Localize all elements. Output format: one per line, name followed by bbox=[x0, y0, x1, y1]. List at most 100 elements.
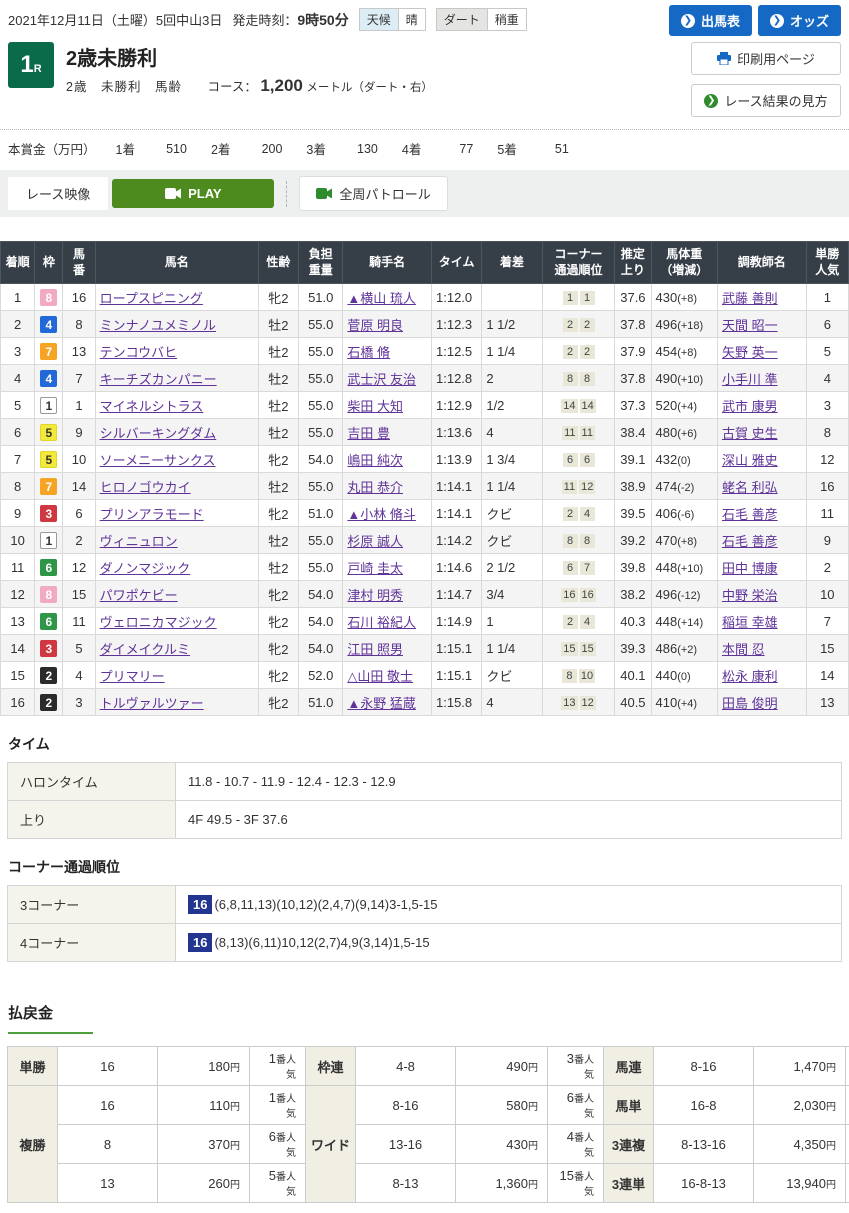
horse-weight-diff: (+18) bbox=[677, 320, 703, 332]
horse-name-link[interactable]: ダノンマジック bbox=[100, 561, 191, 576]
horse-name-link[interactable]: パワポケビー bbox=[100, 588, 178, 603]
horse-name-link[interactable]: ヴィニュロン bbox=[100, 534, 178, 549]
jockey-link[interactable]: △山田 敬士 bbox=[347, 669, 413, 684]
play-button[interactable]: PLAY bbox=[112, 179, 274, 208]
horse-name-link[interactable]: ソーメニーサンクス bbox=[100, 453, 216, 468]
win-popularity: 9 bbox=[806, 527, 848, 554]
payout-combination: 8-16 bbox=[356, 1086, 456, 1125]
prize-amount: 130 bbox=[326, 142, 378, 156]
race-video-button[interactable]: レース映像 bbox=[8, 177, 108, 210]
horse-name-link[interactable]: ロープスピニング bbox=[100, 291, 203, 306]
carried-weight: 54.0 bbox=[299, 446, 343, 473]
jockey-link[interactable]: 菅原 明良 bbox=[347, 318, 403, 333]
horse-name-cell: ミンナノユメミノル bbox=[95, 311, 258, 338]
corner-position-badge: 6 bbox=[563, 561, 578, 575]
trainer-link[interactable]: 武藤 善則 bbox=[722, 291, 778, 306]
horse-name-link[interactable]: ヒロノゴウカイ bbox=[100, 480, 191, 495]
entries-button[interactable]: ❯ 出馬表 bbox=[669, 5, 752, 36]
horse-name-link[interactable]: プリンアラモード bbox=[100, 507, 204, 522]
horse-name-link[interactable]: テンコウバヒ bbox=[100, 345, 177, 360]
jockey-link[interactable]: 杉原 誠人 bbox=[347, 534, 403, 549]
trainer-cell: 蛯名 利弘 bbox=[717, 473, 806, 500]
horse-name-link[interactable]: マイネルシトラス bbox=[100, 399, 204, 414]
trainer-link[interactable]: 石毛 善彦 bbox=[722, 534, 778, 549]
horse-name-link[interactable]: トルヴァルツァー bbox=[100, 696, 204, 711]
corner-order-cell: 1515 bbox=[542, 635, 615, 662]
chevron-right-icon: ❯ bbox=[770, 14, 784, 28]
trainer-link[interactable]: 矢野 英一 bbox=[722, 345, 778, 360]
carried-weight: 54.0 bbox=[299, 608, 343, 635]
jockey-cell: 柴田 大知 bbox=[343, 392, 432, 419]
horse-name-link[interactable]: ダイメイクルミ bbox=[100, 642, 190, 657]
trainer-link[interactable]: 蛯名 利弘 bbox=[722, 480, 778, 495]
horse-weight-cell: 470(+8) bbox=[651, 527, 717, 554]
sex-age: 牝2 bbox=[258, 446, 298, 473]
trainer-link[interactable]: 田中 博康 bbox=[722, 561, 778, 576]
jockey-link[interactable]: 石川 裕紀人 bbox=[347, 615, 416, 630]
race-date-line: 2021年12月11日（土曜）5回中山3日 発走時刻： 9時50分 天候 晴 ダ… bbox=[8, 5, 527, 31]
trainer-cell: 田中 博康 bbox=[717, 554, 806, 581]
horse-number: 13 bbox=[63, 338, 95, 365]
corner-order-cell: 1112 bbox=[542, 473, 615, 500]
frame-cell: 3 bbox=[35, 500, 63, 527]
trainer-link[interactable]: 本間 忍 bbox=[722, 642, 765, 657]
horse-name-link[interactable]: プリマリー bbox=[100, 669, 165, 684]
trainer-link[interactable]: 深山 雅史 bbox=[722, 453, 778, 468]
estimated-up: 37.3 bbox=[615, 392, 651, 419]
corner4-row: 4コーナー 16(8,13)(6,11)10,12(2,7)4,9(3,14)1… bbox=[8, 924, 842, 962]
payout-popularity: 13番人気 bbox=[846, 1125, 849, 1164]
payout-combination: 13-16 bbox=[356, 1125, 456, 1164]
race-conditions: 2歳 未勝利 馬齢 コース： 1,200 メートル（ダート・右） bbox=[66, 76, 433, 96]
trainer-link[interactable]: 天間 昭一 bbox=[722, 318, 778, 333]
jockey-link[interactable]: 嶋田 純次 bbox=[347, 453, 403, 468]
horse-number: 14 bbox=[63, 473, 95, 500]
frame-badge: 1 bbox=[40, 532, 57, 549]
jockey-link[interactable]: 戸崎 圭太 bbox=[347, 561, 403, 576]
payout-popularity: 1番人気 bbox=[250, 1047, 306, 1086]
carried-weight: 55.0 bbox=[299, 527, 343, 554]
horse-name-link[interactable]: ヴェロニカマジック bbox=[100, 615, 217, 630]
print-page-button[interactable]: 印刷用ページ bbox=[691, 42, 841, 75]
result-guide-button[interactable]: ❯ レース結果の見方 bbox=[691, 84, 841, 117]
payout-row: 複勝16110円1番人気ワイド8-16580円6番人気馬単16-82,030円7… bbox=[8, 1086, 849, 1125]
bet-type-label: 3連単 bbox=[604, 1164, 654, 1203]
trainer-link[interactable]: 中野 栄治 bbox=[722, 588, 778, 603]
race-info: 1 R 2歳未勝利 2歳 未勝利 馬齢 コース： 1,200 メートル（ダート・… bbox=[8, 42, 433, 117]
race-time: 1:12.0 bbox=[432, 284, 482, 311]
trainer-link[interactable]: 松永 康利 bbox=[722, 669, 778, 684]
jockey-link[interactable]: ▲横山 琉人 bbox=[347, 291, 415, 306]
chevron-right-icon: ❯ bbox=[704, 94, 718, 108]
jockey-link[interactable]: 武士沢 友治 bbox=[347, 372, 416, 387]
jockey-link[interactable]: 江田 照男 bbox=[347, 642, 403, 657]
jockey-link[interactable]: 丸田 恭介 bbox=[347, 480, 403, 495]
trainer-link[interactable]: 稲垣 幸雄 bbox=[722, 615, 778, 630]
frame-badge: 3 bbox=[40, 640, 57, 657]
horse-name-link[interactable]: シルバーキングダム bbox=[100, 426, 217, 441]
horse-weight: 406 bbox=[656, 506, 678, 521]
jockey-link[interactable]: 津村 明秀 bbox=[347, 588, 403, 603]
top-bar: 2021年12月11日（土曜）5回中山3日 発走時刻： 9時50分 天候 晴 ダ… bbox=[0, 0, 849, 36]
jockey-link[interactable]: 吉田 豊 bbox=[347, 426, 390, 441]
horse-name-link[interactable]: キーチズカンパニー bbox=[100, 372, 217, 387]
result-row: 936プリンアラモード牝251.0▲小林 脩斗1:14.1クビ2439.5406… bbox=[1, 500, 849, 527]
corner-order-cell: 22 bbox=[542, 338, 615, 365]
horse-name-link[interactable]: ミンナノユメミノル bbox=[100, 318, 216, 333]
jockey-link[interactable]: ▲小林 脩斗 bbox=[347, 507, 415, 522]
patrol-video-button[interactable]: 全周パトロール bbox=[299, 176, 447, 211]
trainer-link[interactable]: 小手川 準 bbox=[722, 372, 778, 387]
jockey-link[interactable]: 柴田 大知 bbox=[347, 399, 403, 414]
sex-age: 牡2 bbox=[258, 338, 298, 365]
trainer-link[interactable]: 石毛 善彦 bbox=[722, 507, 778, 522]
finish-position: 8 bbox=[1, 473, 35, 500]
bet-type-label: 3連複 bbox=[604, 1125, 654, 1164]
corner-position-badge: 2 bbox=[580, 318, 595, 332]
trainer-link[interactable]: 古賀 史生 bbox=[722, 426, 778, 441]
trainer-link[interactable]: 武市 康男 bbox=[722, 399, 778, 414]
jockey-link[interactable]: ▲永野 猛蔵 bbox=[347, 696, 415, 711]
race-condition-text: 2歳 未勝利 馬齢 bbox=[66, 80, 182, 94]
trainer-link[interactable]: 田島 俊明 bbox=[722, 696, 778, 711]
carried-weight: 55.0 bbox=[299, 311, 343, 338]
corner-position-badge: 11 bbox=[580, 426, 595, 440]
jockey-link[interactable]: 石橋 脩 bbox=[347, 345, 390, 360]
odds-button[interactable]: ❯ オッズ bbox=[758, 5, 841, 36]
